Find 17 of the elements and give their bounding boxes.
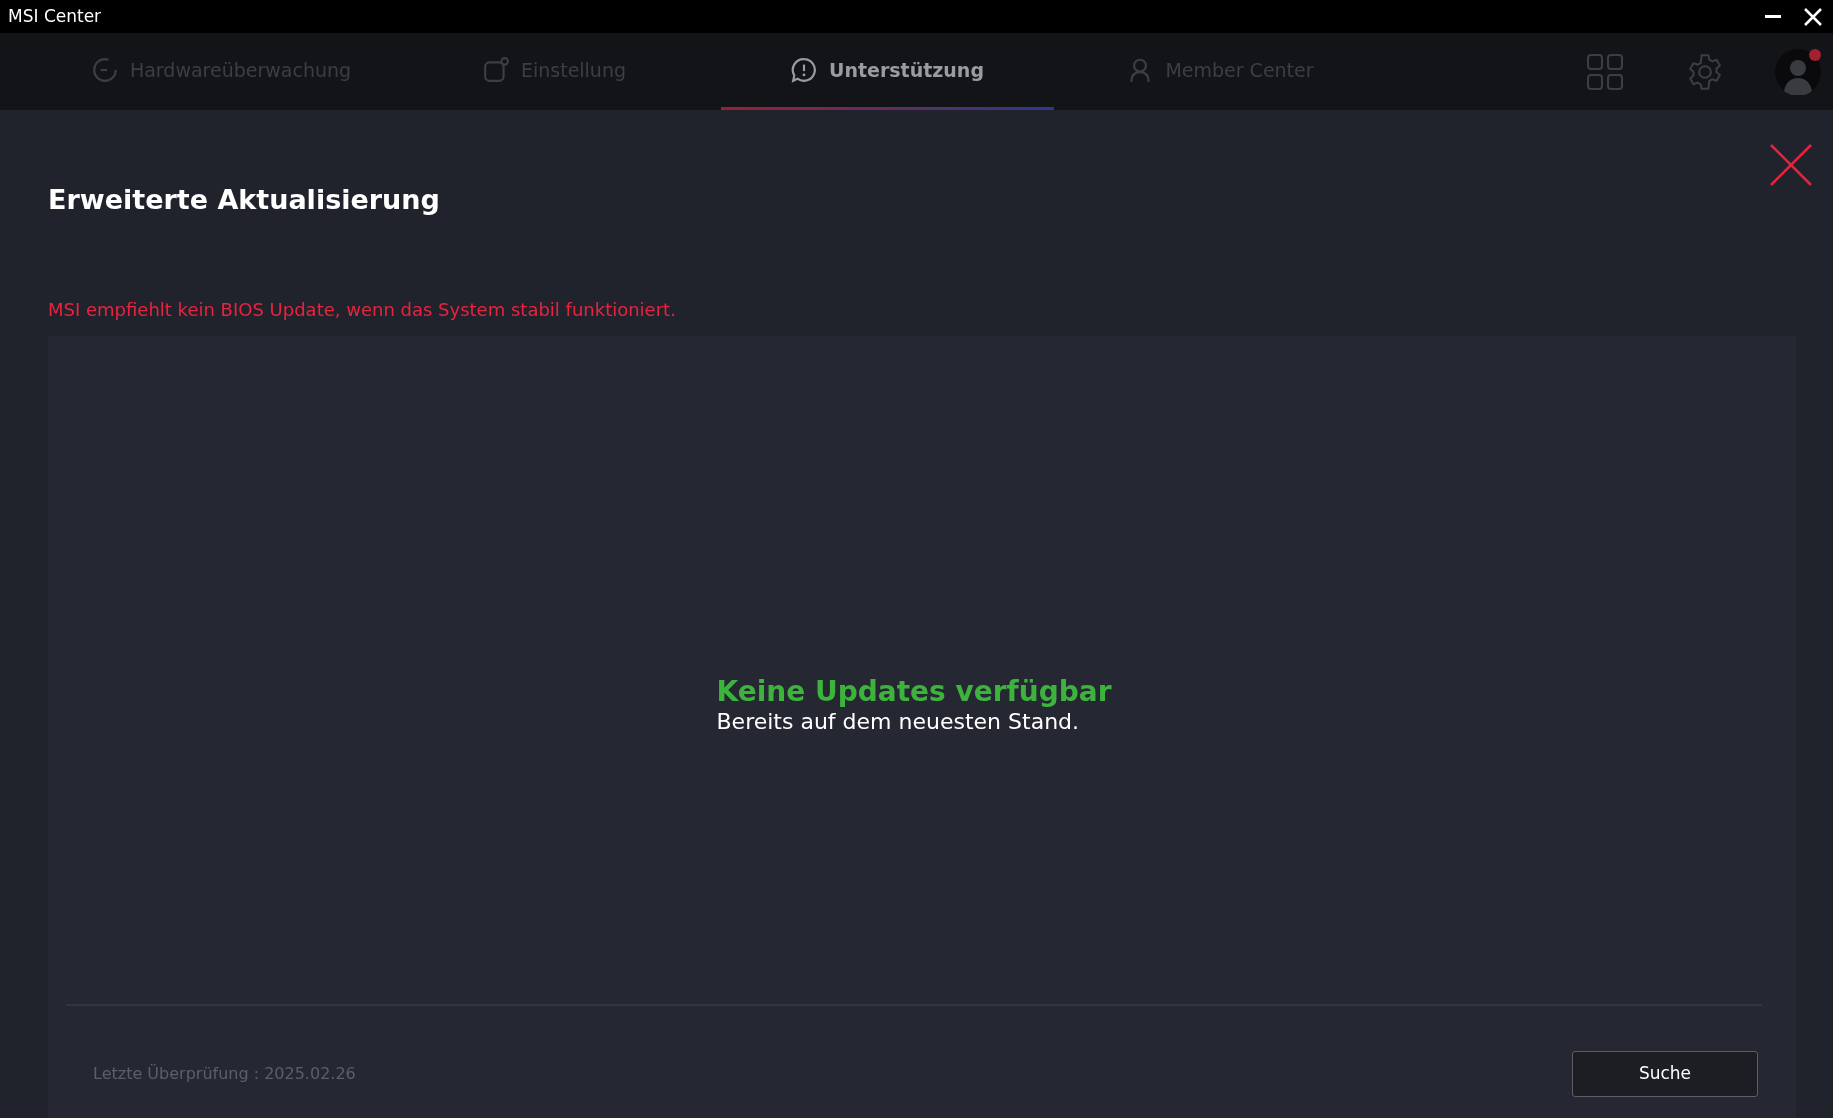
status-title: Keine Updates verfügbar bbox=[716, 675, 1112, 709]
clock-icon bbox=[91, 57, 118, 83]
nav-tab[interactable]: Unterstützung bbox=[721, 33, 1054, 110]
search-button[interactable]: Suche bbox=[1572, 1051, 1758, 1097]
close-icon bbox=[1803, 6, 1823, 27]
avatar-button[interactable] bbox=[1775, 48, 1821, 95]
warning-text: MSI empfiehlt kein BIOS Update, wenn das System stabil funktioniert. bbox=[48, 298, 677, 323]
minimize-icon bbox=[1765, 15, 1781, 18]
square-dot-icon bbox=[482, 57, 509, 83]
page-title: Erweiterte Aktualisierung bbox=[48, 184, 441, 217]
avatar-icon bbox=[1775, 48, 1821, 95]
grid-icon bbox=[1587, 53, 1623, 90]
close-icon bbox=[1769, 143, 1813, 187]
alert-bubble-icon bbox=[791, 57, 817, 83]
window-title: MSI Center bbox=[8, 4, 102, 28]
last-check-text: Letzte Überprüfung : 2025.02.26 bbox=[93, 1063, 356, 1085]
status-text: Bereits auf dem neuesten Stand. bbox=[716, 708, 1081, 736]
